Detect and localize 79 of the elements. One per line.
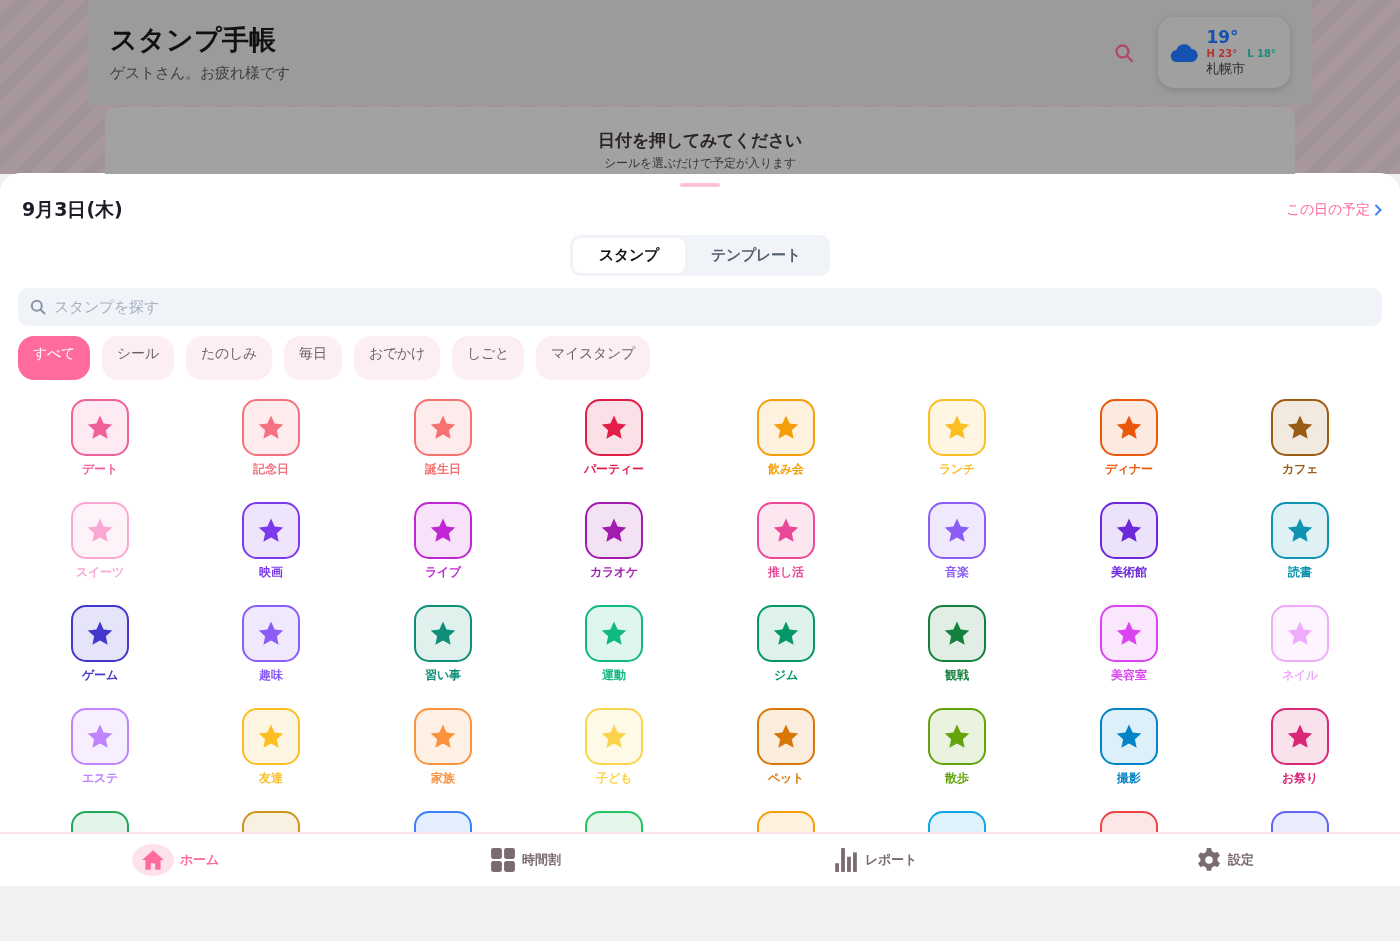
stamp-button[interactable] (1099, 605, 1158, 662)
stamp-button[interactable] (928, 605, 987, 662)
stamp-button[interactable] (1271, 708, 1330, 765)
segment-tab[interactable]: テンプレート (685, 238, 827, 273)
stamp-button[interactable] (413, 605, 472, 662)
search-icon[interactable] (1114, 42, 1135, 63)
stamp-button[interactable] (585, 399, 644, 456)
stamp-label: 運動 (602, 667, 627, 684)
stamp-button[interactable] (1099, 708, 1158, 765)
settings-icon (1196, 847, 1222, 873)
stamp-label: 散歩 (945, 770, 970, 787)
stamp-label: ディナー (1104, 461, 1153, 478)
stamp-label: デート (81, 461, 118, 478)
stamp-button[interactable] (756, 605, 815, 662)
search-field[interactable]: スタンプを探す (18, 288, 1382, 326)
stamp-label: 美術館 (1110, 564, 1147, 581)
stamp-button[interactable] (585, 502, 644, 559)
stamp-label: 撮影 (1116, 770, 1141, 787)
stamp-label: ライブ (424, 564, 461, 581)
low-temperature: L 18° (1247, 48, 1276, 59)
stamp-button[interactable] (1271, 502, 1330, 559)
stamp-button[interactable] (70, 605, 129, 662)
stamp-label: 誕生日 (424, 461, 461, 478)
stamp-label: ランチ (939, 461, 976, 478)
chevron-right-icon (1374, 204, 1382, 216)
stamp-label: 友達 (259, 770, 284, 787)
stamp-label: ペット (767, 770, 804, 787)
stamp-label: ジム (773, 667, 798, 684)
filter-chip[interactable]: 毎日 (284, 336, 342, 380)
high-temperature: H 23° (1206, 48, 1238, 59)
stamp-button[interactable] (242, 605, 301, 662)
nav-tab[interactable]: 設定 (1050, 834, 1400, 886)
drag-handle[interactable] (680, 183, 720, 187)
stamp-label: カフェ (1282, 461, 1319, 478)
home-icon (131, 844, 174, 876)
city-name: 札幌市 (1206, 60, 1247, 78)
stamp-label: パーティー (584, 461, 645, 478)
stamp-label: 趣味 (259, 667, 284, 684)
stamp-label: 映画 (259, 564, 284, 581)
nav-tab[interactable]: レポート (700, 834, 1050, 886)
filter-chip[interactable]: シール (102, 336, 174, 380)
stamp-label: 家族 (430, 770, 455, 787)
hint-title: 日付を押してみてください (598, 129, 802, 152)
stamp-label: 読書 (1288, 564, 1313, 581)
stamp-label: 記念日 (253, 461, 290, 478)
stamp-label: 観戦 (945, 667, 970, 684)
stamp-label: スイーツ (75, 564, 124, 581)
bar-chart-icon (833, 847, 859, 873)
stamp-button[interactable] (242, 502, 301, 559)
stamp-label: カラオケ (590, 564, 639, 581)
stamp-label: エステ (81, 770, 118, 787)
stamp-button[interactable] (413, 502, 472, 559)
stamp-label: 推し活 (767, 564, 804, 581)
cloud-icon (1170, 42, 1199, 63)
stamp-label: ゲーム (81, 667, 118, 684)
stamp-label: ネイル (1282, 667, 1319, 684)
stamp-button[interactable] (756, 502, 815, 559)
temperature: 19° (1206, 27, 1240, 47)
stamp-button[interactable] (928, 502, 987, 559)
segment-tab[interactable]: スタンプ (573, 238, 685, 273)
stamp-label: 飲み会 (767, 461, 804, 478)
app-title: スタンプ手帳 (110, 23, 277, 57)
stamp-label: 美容室 (1110, 667, 1147, 684)
stamp-button[interactable] (1099, 399, 1158, 456)
filter-chip[interactable]: マイスタンプ (536, 336, 650, 380)
greeting-text: ゲストさん。お疲れ様です (110, 64, 291, 83)
stamp-button[interactable] (1271, 399, 1330, 456)
sheet-date: 9月3日(木) (22, 197, 123, 222)
filter-chip[interactable]: たのしみ (186, 336, 272, 380)
hint-text: シールを選ぶだけで予定が入ります (604, 155, 796, 172)
stamp-label: 子ども (596, 770, 633, 787)
stamp-label: お祭り (1282, 770, 1319, 787)
stamp-button[interactable] (1099, 502, 1158, 559)
grid-icon (489, 847, 516, 873)
stamp-label: 習い事 (424, 667, 461, 684)
filter-chip[interactable]: しごと (452, 336, 524, 380)
filter-chip[interactable]: おでかけ (354, 336, 440, 380)
nav-tab[interactable]: 時間割 (350, 834, 700, 886)
stamp-label: 音楽 (945, 564, 970, 581)
